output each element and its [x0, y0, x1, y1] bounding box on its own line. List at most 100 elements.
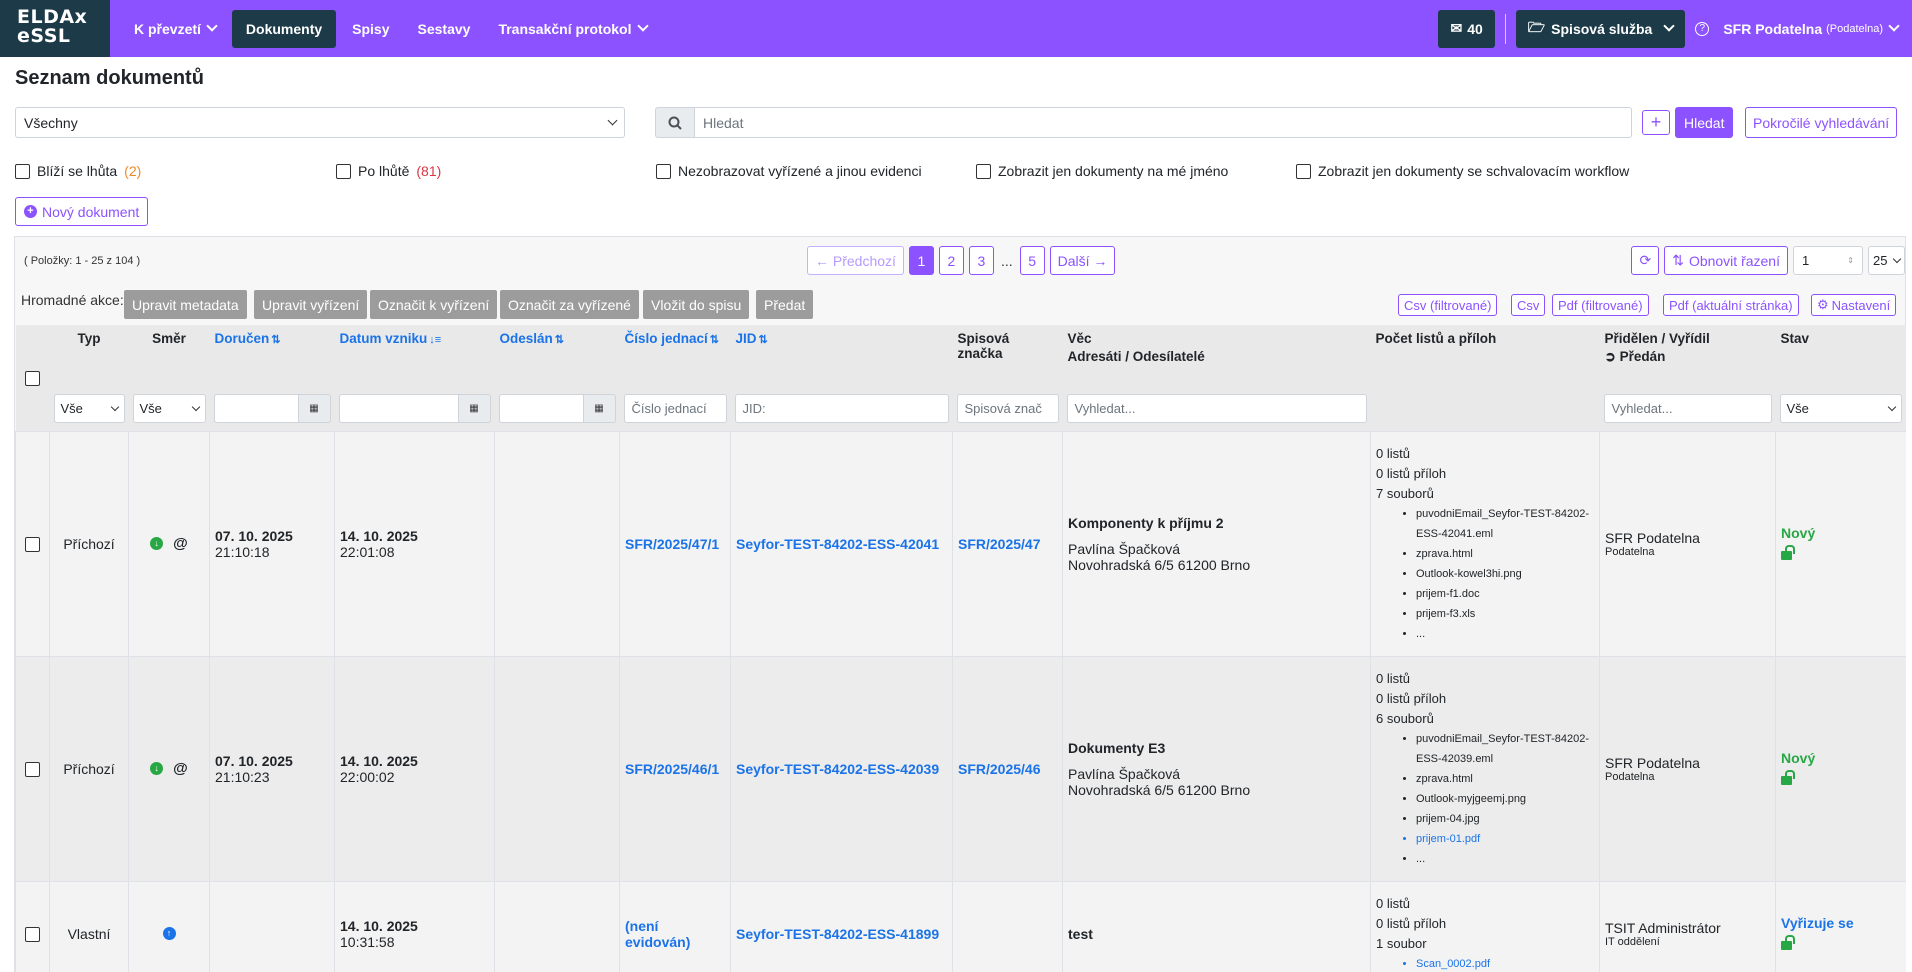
row-checkbox[interactable]	[25, 536, 40, 552]
file-item-link[interactable]: prijem-01.pdf	[1416, 829, 1594, 849]
pridelen-filter[interactable]: Vyhledat...	[1603, 394, 1772, 424]
odeslan-filter-date[interactable]: ▦	[498, 394, 616, 424]
vec: test	[1068, 925, 1093, 942]
page-number-input[interactable]: 1 ⇕	[1793, 246, 1863, 275]
nav-transakcni-protokol[interactable]: Transakční protokol	[484, 10, 660, 48]
nav-spisy[interactable]: Spisy	[338, 10, 403, 48]
doruceno-filter-date[interactable]: ▦	[213, 394, 331, 424]
bulk-edit-resolution-button[interactable]: Upravit vyřízení	[254, 290, 368, 319]
checkbox[interactable]	[656, 163, 671, 179]
date-input[interactable]	[213, 394, 299, 424]
cislo-jednaci-link[interactable]: SFR/2025/46/1	[625, 761, 719, 777]
pocet-cell: 0 listů 0 listů příloh 7 souborů puvodni…	[1370, 430, 1600, 656]
date-input[interactable]	[338, 394, 459, 424]
bulk-mark-to-resolve-button[interactable]: Označit k vyřízení	[370, 290, 498, 319]
search-input[interactable]	[694, 107, 1632, 138]
checkbox[interactable]	[1296, 163, 1311, 179]
page-size-select[interactable]: 25	[1868, 246, 1905, 275]
spisova-znacka-filter[interactable]: Spisová znač	[956, 394, 1059, 424]
export-pdf-page-button[interactable]: Pdf (aktuální stránka)	[1663, 294, 1799, 316]
help-icon[interactable]: ?	[1695, 21, 1710, 36]
vec-filter[interactable]: Vyhledat...	[1066, 394, 1367, 424]
row-checkbox[interactable]	[25, 761, 40, 777]
user-menu[interactable]: SFR Podatelna (Podatelna)	[1723, 20, 1900, 37]
bulk-handover-button[interactable]: Předat	[756, 290, 814, 319]
cislo-jednaci-link[interactable]: (není evidován)	[625, 918, 690, 950]
col-odeslan[interactable]: Odeslán ⇅	[494, 325, 620, 389]
calendar-icon[interactable]: ▦	[298, 394, 331, 424]
typ-filter-select[interactable]: Vše	[53, 394, 125, 424]
jid-cell: Seyfor-TEST-84202-ESS-42041	[730, 430, 953, 656]
priloh: 0 listů příloh	[1376, 915, 1447, 931]
odeslan-cell	[494, 655, 620, 881]
page-3-button[interactable]: 3	[968, 246, 994, 275]
next-page-button[interactable]: Další →	[1049, 246, 1116, 275]
filter-nezobrazovat-vyrizene[interactable]: Nezobrazovat vyřízené a jinou evidenci	[656, 163, 922, 179]
row-select-cell	[15, 655, 50, 881]
cislo-jednaci-link[interactable]: SFR/2025/47/1	[625, 536, 719, 552]
export-csv-filtered-button[interactable]: Csv (filtrované)	[1398, 294, 1498, 316]
calendar-icon[interactable]: ▦	[583, 394, 616, 424]
file-item: prijem-f3.xls	[1416, 604, 1594, 624]
date-input[interactable]	[498, 394, 584, 424]
page-1-button[interactable]: 1	[908, 246, 934, 275]
smer-filter-select[interactable]: Vše	[132, 394, 206, 424]
prev-page-button[interactable]: ← Předchozí	[807, 246, 904, 275]
table-row[interactable]: Příchozí ↓ @ 07. 10. 2025 21:10:18 14. 10.…	[15, 430, 1906, 656]
pridelen-cell: SFR Podatelna Podatelna	[1599, 655, 1776, 881]
filter-blizi-se-lhuta[interactable]: Blíží se lhůta (2)	[15, 163, 141, 179]
table-row[interactable]: Vlastní ↑ 14. 10. 2025 10:31:58 (není evi…	[15, 880, 1906, 972]
cislo-jednaci-filter[interactable]: Číslo jednací	[623, 394, 727, 424]
jid-link[interactable]: Seyfor-TEST-84202-ESS-41899	[736, 926, 939, 942]
row-checkbox[interactable]	[25, 927, 40, 943]
spisova-sluzba-button[interactable]: 🗁 Spisová služba	[1515, 9, 1686, 48]
col-datum-vzniku[interactable]: Datum vzniku ↓≡	[334, 325, 495, 389]
filter-schvalovaci-workflow[interactable]: Zobrazit jen dokumenty se schvalovacím w…	[1296, 163, 1629, 179]
nav-sestavy[interactable]: Sestavy	[404, 10, 485, 48]
unlock-icon	[1781, 544, 1795, 560]
reset-sort-button[interactable]: ⇅ Obnovit řazení	[1664, 246, 1788, 275]
file-item: Outlook-myjgeemj.png	[1416, 789, 1594, 809]
nav-dokumenty[interactable]: Dokumenty	[231, 9, 337, 48]
new-document-button[interactable]: + Nový dokument	[15, 197, 149, 226]
bulk-mark-resolved-button[interactable]: Označit za vyřízené	[500, 290, 639, 319]
scope-select[interactable]: Všechny	[15, 107, 625, 138]
file-item-link[interactable]: Scan_0002.pdf	[1416, 954, 1594, 972]
jid-link[interactable]: Seyfor-TEST-84202-ESS-42041	[736, 536, 939, 552]
nav-k-prevzeti[interactable]: K převzetí	[120, 10, 230, 48]
stav-filter-select[interactable]: Vše	[1779, 394, 1902, 424]
search-button[interactable]: Hledat	[1675, 107, 1734, 138]
cislo-jednaci-cell: SFR/2025/46/1	[619, 655, 731, 881]
calendar-icon[interactable]: ▦	[458, 394, 491, 424]
filter-jen-na-me-jmeno[interactable]: Zobrazit jen dokumenty na mé jméno	[976, 163, 1228, 179]
refresh-button[interactable]: ⟳	[1631, 246, 1660, 275]
mail-button[interactable]: ✉ 40	[1438, 9, 1495, 48]
col-jid[interactable]: JID ⇅	[730, 325, 953, 389]
settings-button[interactable]: ⚙ Nastavení	[1811, 294, 1897, 316]
bulk-insert-to-file-button[interactable]: Vložit do spisu	[643, 290, 750, 319]
jid-filter[interactable]: JID:	[734, 394, 949, 424]
add-search-criterion-button[interactable]: +	[1642, 110, 1670, 135]
spisova-znacka-link[interactable]: SFR/2025/47	[958, 536, 1041, 552]
select-all-checkbox[interactable]	[25, 370, 40, 386]
export-csv-button[interactable]: Csv	[1511, 294, 1546, 316]
spinner-icon[interactable]: ⇕	[1847, 256, 1854, 265]
jid-link[interactable]: Seyfor-TEST-84202-ESS-42039	[736, 761, 939, 777]
bulk-edit-metadata-button[interactable]: Upravit metadata	[124, 290, 247, 319]
time: 22:01:08	[340, 543, 395, 560]
col-doruceno[interactable]: Doručen ⇅	[209, 325, 335, 389]
status-badge: Nový	[1781, 524, 1816, 541]
page-2-button[interactable]: 2	[938, 246, 964, 275]
advanced-search-button[interactable]: Pokročilé vyhledávání	[1745, 107, 1898, 138]
checkbox[interactable]	[336, 163, 351, 179]
spisova-znacka-link[interactable]: SFR/2025/46	[958, 761, 1041, 777]
export-pdf-filtered-button[interactable]: Pdf (filtrované)	[1552, 294, 1649, 316]
page-last-button[interactable]: 5	[1019, 246, 1045, 275]
checkbox[interactable]	[976, 163, 991, 179]
filter-po-lhute[interactable]: Po lhůtě (81)	[336, 163, 441, 179]
col-cislo-jednaci[interactable]: Číslo jednací ⇅	[619, 325, 731, 389]
table-row[interactable]: Příchozí ↓ @ 07. 10. 2025 21:10:23 14. 10.…	[15, 655, 1906, 881]
vznik-filter-date[interactable]: ▦	[338, 394, 491, 424]
app-logo[interactable]: ELDAx eSSL	[0, 0, 110, 57]
checkbox[interactable]	[15, 163, 30, 179]
